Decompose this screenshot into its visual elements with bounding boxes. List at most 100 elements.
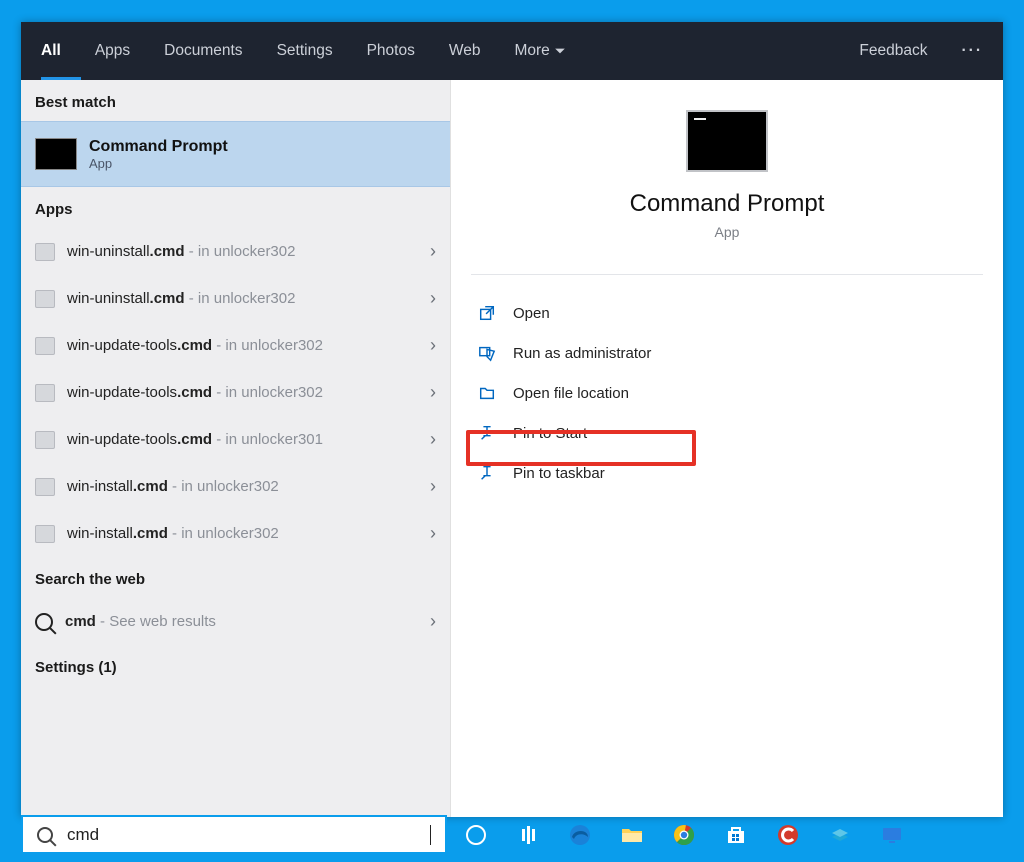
result-location: - in unlocker302 — [216, 384, 323, 401]
tab-settings[interactable]: Settings — [275, 22, 335, 80]
app-result-row[interactable]: win-update-tools.cmd - in unlocker301 › — [21, 416, 450, 463]
result-name: win-install.cmd - in unlocker302 — [67, 525, 279, 542]
action-admin-label: Run as administrator — [513, 345, 651, 362]
result-location: - in unlocker302 — [172, 478, 279, 495]
app-result-row[interactable]: win-update-tools.cmd - in unlocker302 › — [21, 369, 450, 416]
taskbar-explorer[interactable] — [608, 814, 656, 855]
chevron-right-icon: › — [430, 241, 436, 262]
edge-icon — [568, 823, 592, 847]
action-pintask-label: Pin to taskbar — [513, 465, 605, 482]
result-location: - in unlocker302 — [172, 525, 279, 542]
taskbar-app-stack[interactable] — [816, 814, 864, 855]
section-apps: Apps — [21, 187, 450, 228]
action-pinstart-label: Pin to Start — [513, 425, 587, 442]
result-name: win-update-tools.cmd - in unlocker301 — [67, 431, 323, 448]
section-best-match: Best match — [21, 80, 450, 121]
store-icon — [724, 823, 748, 847]
cmd-file-icon — [35, 290, 55, 308]
cmd-file-icon — [35, 337, 55, 355]
cmd-file-icon — [35, 243, 55, 261]
preview-title: Command Prompt — [471, 190, 983, 218]
pin-icon — [477, 423, 497, 443]
preview-icon — [686, 110, 768, 172]
taskbar-edge[interactable] — [556, 814, 604, 855]
text-caret — [430, 825, 431, 845]
result-name: win-update-tools.cmd - in unlocker302 — [67, 337, 323, 354]
tab-more-label: More — [514, 42, 549, 60]
cmd-file-icon — [35, 384, 55, 402]
best-match-title: Command Prompt — [89, 138, 228, 156]
folder-icon — [477, 383, 497, 403]
taskbar-chrome[interactable] — [660, 814, 708, 855]
result-location: - in unlocker301 — [216, 431, 323, 448]
app-result-row[interactable]: win-install.cmd - in unlocker302 › — [21, 510, 450, 557]
action-run-admin[interactable]: Run as administrator — [471, 333, 983, 373]
result-name: win-install.cmd - in unlocker302 — [67, 478, 279, 495]
chevron-right-icon: › — [430, 382, 436, 403]
divider — [471, 274, 983, 275]
app-result-row[interactable]: win-update-tools.cmd - in unlocker302 › — [21, 322, 450, 369]
web-hint: - See web results — [100, 613, 216, 630]
search-panel: All Apps Documents Settings Photos Web M… — [21, 22, 1003, 817]
taskbar-taskview[interactable] — [504, 814, 552, 855]
tab-apps[interactable]: Apps — [93, 22, 132, 80]
taskbar-app-monitor[interactable] — [868, 814, 916, 855]
search-icon — [37, 827, 53, 843]
cmd-file-icon — [35, 431, 55, 449]
taskbar-store[interactable] — [712, 814, 760, 855]
pin-icon — [477, 463, 497, 483]
cmd-file-icon — [35, 478, 55, 496]
shield-icon — [477, 343, 497, 363]
action-open[interactable]: Open — [471, 293, 983, 333]
action-open-file-location[interactable]: Open file location — [471, 373, 983, 413]
taskbar-cortana[interactable] — [452, 814, 500, 855]
tab-all[interactable]: All — [39, 22, 63, 80]
web-result-row[interactable]: cmd - See web results › — [21, 598, 450, 645]
best-match-type: App — [89, 156, 228, 171]
taskbar-ccleaner[interactable] — [764, 814, 812, 855]
options-menu[interactable]: ··· — [960, 22, 986, 80]
tab-web[interactable]: Web — [447, 22, 483, 80]
chevron-right-icon: › — [430, 429, 436, 450]
chevron-right-icon: › — [430, 476, 436, 497]
app-result-row[interactable]: win-install.cmd - in unlocker302 › — [21, 463, 450, 510]
feedback-link[interactable]: Feedback — [857, 22, 929, 80]
tab-documents[interactable]: Documents — [162, 22, 244, 80]
result-location: - in unlocker302 — [189, 243, 296, 260]
chevron-right-icon: › — [430, 335, 436, 356]
chevron-right-icon: › — [430, 523, 436, 544]
result-name: win-uninstall.cmd - in unlocker302 — [67, 243, 295, 260]
result-name: win-uninstall.cmd - in unlocker302 — [67, 290, 295, 307]
action-fileloc-label: Open file location — [513, 385, 629, 402]
action-pin-start[interactable]: Pin to Start — [471, 413, 983, 453]
action-open-label: Open — [513, 305, 550, 322]
app-result-row[interactable]: win-uninstall.cmd - in unlocker302 › — [21, 228, 450, 275]
search-input-value: cmd — [67, 825, 416, 845]
monitor-icon — [880, 823, 904, 847]
search-icon — [35, 613, 53, 631]
preview-pane: Command Prompt App Open Run as administr… — [451, 80, 1003, 817]
action-pin-taskbar[interactable]: Pin to taskbar — [471, 453, 983, 493]
cmd-file-icon — [35, 525, 55, 543]
cortana-icon — [466, 825, 486, 845]
ccleaner-icon — [776, 823, 800, 847]
taskview-icon — [522, 826, 535, 844]
preview-type: App — [471, 224, 983, 240]
result-name: win-update-tools.cmd - in unlocker302 — [67, 384, 323, 401]
stack-icon — [828, 823, 852, 847]
taskbar — [448, 814, 1024, 855]
open-icon — [477, 303, 497, 323]
chevron-down-icon — [554, 45, 566, 57]
app-result-row[interactable]: win-uninstall.cmd - in unlocker302› — [21, 275, 450, 322]
search-tabs: All Apps Documents Settings Photos Web M… — [21, 22, 1003, 80]
tab-photos[interactable]: Photos — [365, 22, 417, 80]
cmd-icon — [35, 138, 77, 170]
web-query: cmd — [65, 613, 96, 630]
best-match-row[interactable]: Command Prompt App — [21, 121, 450, 187]
search-input-bar[interactable]: cmd — [21, 815, 447, 854]
results-pane: Best match Command Prompt App Apps win-u… — [21, 80, 451, 817]
result-location: - in unlocker302 — [216, 337, 323, 354]
tab-more[interactable]: More — [512, 22, 567, 80]
section-settings: Settings (1) — [21, 645, 450, 686]
chrome-icon — [672, 823, 696, 847]
